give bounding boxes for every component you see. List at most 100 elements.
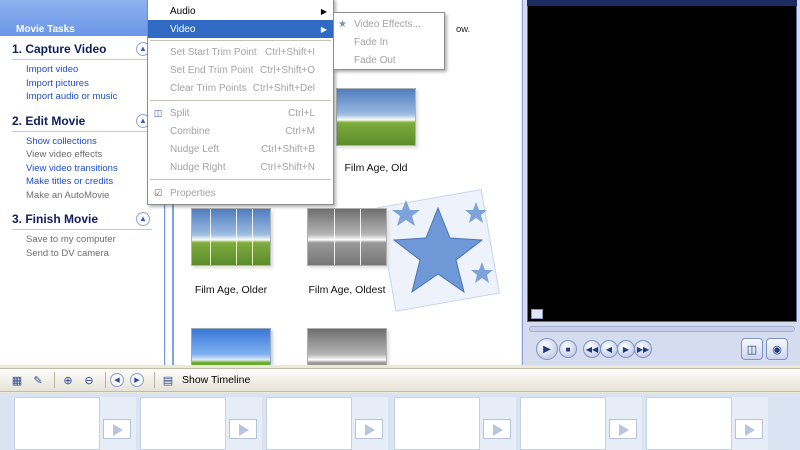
collapse-chevron-icon[interactable]: ▲ [136, 212, 150, 226]
film-age-older-label: Film Age, Older [194, 284, 268, 296]
play-storyboard-icon[interactable]: ▶ [130, 373, 144, 387]
section-divider [12, 59, 152, 60]
transition-arrow-icon [229, 419, 257, 439]
capture-video-header[interactable]: 1. Capture Video ▲ [0, 42, 164, 59]
save-to-computer-link[interactable]: Save to my computer [0, 233, 164, 247]
film-age-old-thumbnail[interactable] [336, 88, 416, 146]
preview-top-edge [527, 0, 797, 6]
zoom-out-icon[interactable]: ⊖ [80, 371, 98, 389]
storyboard-view-icon[interactable]: ▦ [8, 371, 26, 389]
import-pictures-link[interactable]: Import pictures [0, 77, 164, 91]
effect-thumbnail[interactable] [191, 328, 271, 365]
transition-slot[interactable] [100, 397, 136, 450]
show-collections-link[interactable]: Show collections [0, 135, 164, 149]
video-effects-star-icon: ★ [338, 18, 347, 30]
make-automovie-link[interactable]: Make an AutoMovie [0, 189, 164, 203]
import-audio-link[interactable]: Import audio or music [0, 90, 164, 104]
section-divider [12, 229, 152, 230]
back-icon[interactable]: ◀ [600, 340, 618, 358]
split-icon: ◫ [153, 107, 163, 118]
take-picture-icon[interactable]: ◉ [766, 338, 788, 360]
storyboard-slot[interactable] [140, 397, 226, 450]
next-frame-icon[interactable]: ▶▶ [634, 340, 652, 358]
storyboard-slot[interactable] [520, 397, 606, 450]
finish-movie-section: 3. Finish Movie ▲ Save to my computer Se… [0, 206, 164, 264]
transition-arrow-icon [355, 419, 383, 439]
menu-item-video-effects[interactable]: ★ Video Effects... [334, 15, 444, 33]
timeline-icon[interactable]: ▤ [159, 371, 177, 389]
menu-item-shortcut: Ctrl+Shift+I [264, 46, 315, 58]
stop-icon[interactable]: ■ [559, 340, 577, 358]
star-watermark-icon [377, 189, 500, 312]
capture-video-section: 1. Capture Video ▲ Import video Import p… [0, 36, 164, 108]
zoom-in-icon[interactable]: ⊕ [59, 371, 77, 389]
menu-item-set-start-trim[interactable]: Set Start Trim Point Ctrl+Shift+I [148, 43, 333, 61]
menu-separator [150, 100, 331, 101]
play-icon[interactable]: ▶ [536, 338, 558, 360]
split-clip-icon[interactable]: ◫ [741, 338, 763, 360]
preview-screen [527, 4, 797, 322]
menu-item-set-end-trim[interactable]: Set End Trim Point Ctrl+Shift+O [148, 61, 333, 79]
menu-item-fade-out[interactable]: Fade Out [334, 51, 444, 69]
menu-separator [150, 40, 331, 41]
edit-movie-header[interactable]: 2. Edit Movie ▲ [0, 113, 164, 131]
transition-slot[interactable] [732, 397, 768, 450]
storyboard-slot[interactable] [266, 397, 352, 450]
film-age-older-thumbnail[interactable] [191, 208, 271, 266]
collection-divider [172, 205, 174, 365]
show-timeline-button[interactable]: Show Timeline [182, 374, 250, 386]
narrate-microphone-icon[interactable]: ✎ [29, 371, 47, 389]
menu-item-label: Set End Trim Point [170, 64, 254, 76]
storyboard-slot[interactable] [14, 397, 100, 450]
seek-bar[interactable] [529, 326, 795, 332]
menu-item-clear-trim[interactable]: Clear Trim Points Ctrl+Shift+Del [148, 79, 333, 97]
transition-slot[interactable] [606, 397, 642, 450]
transition-slot[interactable] [480, 397, 516, 450]
menu-separator [150, 179, 331, 180]
storyboard-slot[interactable] [394, 397, 480, 450]
send-to-dv-camera-link[interactable]: Send to DV camera [0, 247, 164, 261]
effect-thumbnail[interactable] [307, 328, 387, 365]
properties-icon: ☑ [153, 187, 163, 198]
storyboard [0, 393, 800, 450]
menu-item-audio[interactable]: Audio ▶ [148, 2, 333, 20]
view-video-transitions-link[interactable]: View video transitions [0, 162, 164, 176]
menu-item-nudge-left[interactable]: Nudge Left Ctrl+Shift+B [148, 140, 333, 158]
section-divider [12, 130, 152, 132]
menu-item-label: Video Effects... [354, 18, 421, 30]
menu-item-video[interactable]: Video ▶ [148, 20, 333, 38]
toolbar-separator [154, 372, 155, 388]
menu-item-fade-in[interactable]: Fade In [334, 33, 444, 51]
menu-item-shortcut: Ctrl+L [288, 107, 315, 119]
transition-slot[interactable] [352, 397, 388, 450]
full-screen-icon[interactable] [531, 309, 543, 319]
forward-icon[interactable]: ▶ [617, 340, 635, 358]
menu-item-label: Properties [170, 187, 216, 199]
view-video-effects-link[interactable]: View video effects [0, 148, 164, 162]
menu-item-shortcut: Ctrl+M [285, 125, 315, 137]
collection-hint-text: ow. [456, 24, 471, 35]
menu-item-properties[interactable]: ☑ Properties [148, 184, 333, 202]
storyboard-slot[interactable] [646, 397, 732, 450]
toolbar-separator [105, 372, 106, 388]
menu-item-shortcut: Ctrl+Shift+Del [252, 82, 315, 94]
finish-movie-title: 3. Finish Movie [12, 212, 99, 226]
previous-frame-icon[interactable]: ◀◀ [583, 340, 601, 358]
make-titles-link[interactable]: Make titles or credits [0, 175, 164, 189]
menu-item-label: Fade In [354, 36, 388, 48]
menu-item-combine[interactable]: Combine Ctrl+M [148, 122, 333, 140]
film-age-oldest-thumbnail[interactable] [307, 208, 387, 266]
finish-movie-header[interactable]: 3. Finish Movie ▲ [0, 212, 164, 229]
rewind-storyboard-icon[interactable]: ◀ [110, 373, 124, 387]
submenu-arrow-icon: ▶ [320, 24, 327, 34]
transition-slot[interactable] [226, 397, 262, 450]
preview-monitor: ▶ ■ ◀◀ ◀ ▶ ▶▶ ◫ ◉ [522, 0, 800, 365]
menu-item-label: Fade Out [354, 54, 396, 66]
storyboard-toolbar: ▦ ✎ ⊕ ⊖ ◀ ▶ ▤ Show Timeline [0, 368, 800, 392]
menu-item-nudge-right[interactable]: Nudge Right Ctrl+Shift+N [148, 158, 333, 176]
capture-video-title: 1. Capture Video [12, 42, 107, 56]
import-video-link[interactable]: Import video [0, 63, 164, 77]
toolbar-separator [54, 372, 55, 388]
menu-item-split[interactable]: ◫ Split Ctrl+L [148, 104, 333, 122]
menu-item-label: Combine [170, 125, 211, 137]
